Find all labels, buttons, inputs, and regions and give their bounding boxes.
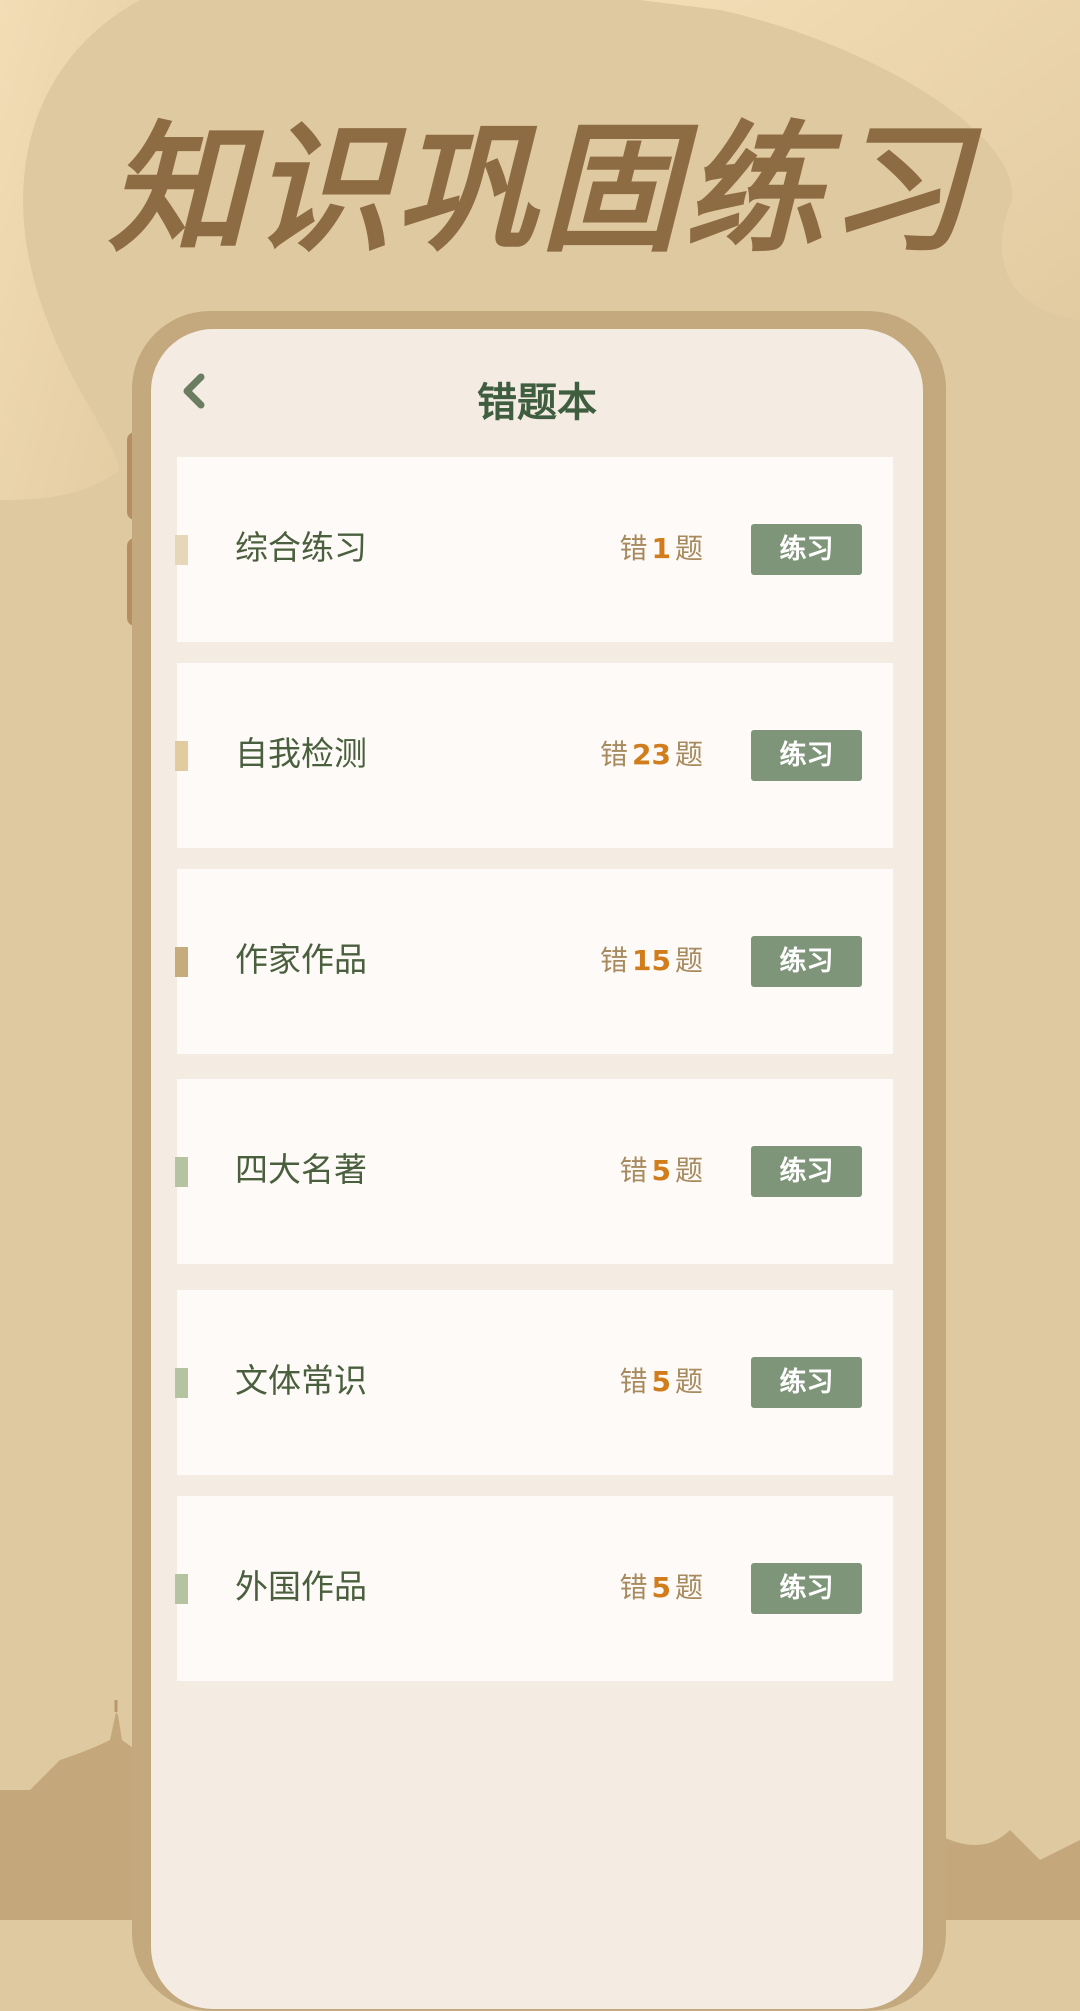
list-item[interactable]: 自我检测 错 23 题 练习: [175, 663, 893, 848]
practice-button[interactable]: 练习: [751, 1146, 862, 1197]
accent-bar: [175, 1574, 188, 1604]
wrong-count-number: 15: [632, 944, 671, 977]
page-title: 错题本: [477, 380, 597, 426]
practice-button[interactable]: 练习: [751, 730, 862, 781]
hero-title: 知识巩固练习: [107, 108, 972, 272]
phone-screen: 错题本 综合练习 错1题 练习 自我检测 错 23 题 练习 作家作品 错 15 题 练…: [151, 329, 923, 2009]
list-item[interactable]: 综合练习 错1题 练习: [175, 457, 893, 642]
wrong-count: 错 15 题: [600, 944, 703, 977]
practice-button[interactable]: 练习: [751, 1357, 862, 1408]
practice-button[interactable]: 练习: [751, 936, 862, 987]
wrong-count: 错5题: [619, 1365, 703, 1398]
item-name: 外国作品: [235, 1567, 367, 1606]
wrong-count-number: 23: [632, 738, 671, 771]
wrong-count: 错5题: [619, 1571, 703, 1604]
item-name: 文体常识: [235, 1361, 367, 1400]
item-name: 作家作品: [235, 940, 367, 979]
practice-button[interactable]: 练习: [751, 1563, 862, 1614]
wrong-count: 错1题: [619, 532, 703, 565]
wrong-count-number: 1: [651, 532, 671, 565]
list-item[interactable]: 四大名著 错5题 练习: [175, 1079, 893, 1264]
wrong-count: 错 23 题: [600, 738, 703, 771]
item-name: 综合练习: [235, 528, 367, 567]
list-item[interactable]: 作家作品 错 15 题 练习: [175, 869, 893, 1054]
wrong-count-number: 5: [651, 1571, 671, 1604]
practice-button[interactable]: 练习: [751, 524, 862, 575]
item-name: 自我检测: [235, 734, 367, 773]
wrong-count-number: 5: [651, 1365, 671, 1398]
wrong-count-number: 5: [651, 1154, 671, 1187]
item-name: 四大名著: [235, 1150, 367, 1189]
accent-bar: [175, 1368, 188, 1398]
list-item[interactable]: 外国作品 错5题 练习: [175, 1496, 893, 1681]
accent-bar: [175, 535, 188, 565]
list-item[interactable]: 文体常识 错5题 练习: [175, 1290, 893, 1475]
wrong-count: 错5题: [619, 1154, 703, 1187]
accent-bar: [175, 741, 188, 771]
accent-bar: [175, 947, 188, 977]
accent-bar: [175, 1157, 188, 1187]
